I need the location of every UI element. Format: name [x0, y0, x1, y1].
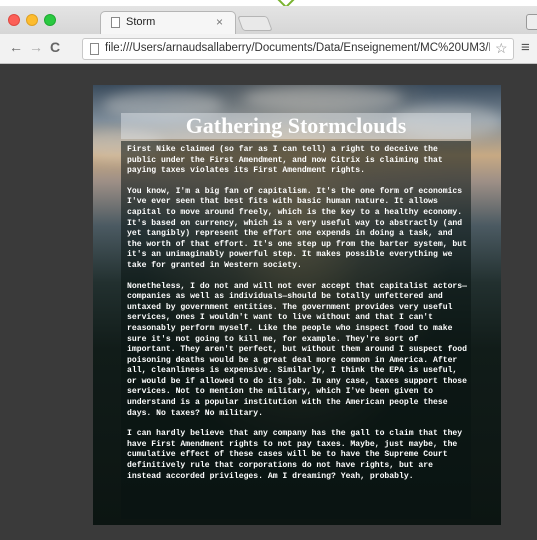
- article-text: First Nike claimed (so far as I can tell…: [127, 145, 469, 492]
- title-bar: Gathering Stormclouds: [121, 113, 471, 139]
- address-bar[interactable]: file:///Users/arnaudsallaberry/Documents…: [82, 38, 514, 60]
- page-viewport: Gathering Stormclouds First Nike claimed…: [0, 64, 537, 540]
- document-icon: [111, 17, 120, 28]
- reload-icon[interactable]: C: [50, 39, 60, 55]
- paragraph: Nonetheless, I do not and will not ever …: [127, 281, 467, 418]
- minimize-window-button[interactable]: [26, 14, 38, 26]
- tab-close-icon[interactable]: ×: [216, 15, 223, 29]
- zoom-window-button[interactable]: [44, 14, 56, 26]
- cloud-shape: [243, 85, 403, 111]
- bookmark-star-icon[interactable]: ☆: [495, 40, 508, 57]
- tab-storm[interactable]: Storm ×: [100, 11, 236, 34]
- tab-bar: Storm ×: [0, 6, 537, 34]
- stormclouds-panel: Gathering Stormclouds First Nike claimed…: [93, 85, 501, 525]
- back-icon[interactable]: ←: [9, 39, 23, 55]
- browser-window: Storm × ← → C file:///Users/arnaudsallab…: [0, 6, 537, 540]
- forward-icon[interactable]: →: [29, 39, 43, 55]
- page-icon: [90, 43, 99, 55]
- tab-title: Storm: [126, 16, 156, 28]
- new-tab-button[interactable]: [237, 16, 273, 31]
- page-title: Gathering Stormclouds: [185, 113, 407, 138]
- navigation-toolbar: ← → C file:///Users/arnaudsallaberry/Doc…: [0, 34, 537, 64]
- profile-icon[interactable]: [526, 14, 537, 30]
- paragraph: You know, I'm a big fan of capitalism. I…: [127, 186, 467, 270]
- paragraph: First Nike claimed (so far as I can tell…: [127, 145, 443, 176]
- url-text[interactable]: file:///Users/arnaudsallaberry/Documents…: [105, 42, 490, 54]
- close-window-button[interactable]: [8, 14, 20, 26]
- paragraph: I can hardly believe that any company ha…: [127, 429, 463, 481]
- menu-icon[interactable]: ≡: [521, 39, 530, 56]
- article-body: First Nike claimed (so far as I can tell…: [121, 141, 471, 519]
